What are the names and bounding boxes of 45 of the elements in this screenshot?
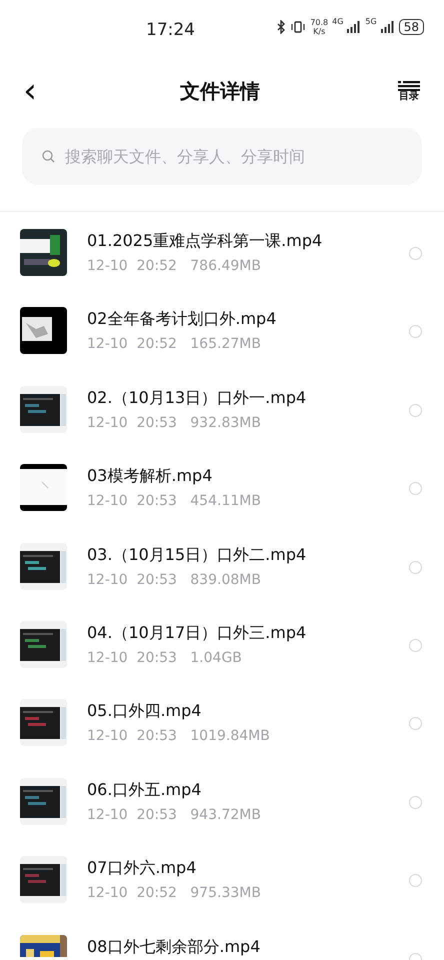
back-button[interactable]: ‹ <box>18 76 42 106</box>
file-name: 05.口外四.mp4 <box>87 701 202 722</box>
catalog-button[interactable]: 目录 <box>398 80 420 102</box>
search-input[interactable]: 搜索聊天文件、分享人、分享时间 <box>63 144 402 170</box>
search-icon <box>42 150 55 163</box>
radio-button[interactable] <box>409 717 422 730</box>
page-title: 文件详情 <box>179 78 261 105</box>
radio-button[interactable] <box>409 874 422 888</box>
network-type: 4G <box>332 18 344 26</box>
battery-level: 58 <box>398 19 424 35</box>
file-name: 03模考解析.mp4 <box>87 466 214 486</box>
file-name: 06.口外五.mp4 <box>87 780 202 800</box>
file-meta: 12-10 20:52 786.49MB <box>87 257 262 275</box>
search-field[interactable]: 搜索聊天文件、分享人、分享时间 <box>22 128 422 185</box>
file-meta: 12-10 20:53 839.08MB <box>87 570 262 589</box>
list-icon <box>398 80 420 90</box>
file-name: 07口外六.mp4 <box>87 858 198 878</box>
file-name: 01.2025重难点学科第一课.mp4 <box>87 231 322 251</box>
network-speed: 70.8 <box>310 18 328 27</box>
file-name: 02全年备考计划口外.mp4 <box>87 309 276 330</box>
file-name: 04.（10月17日）口外三.mp4 <box>87 622 306 643</box>
vibrate-icon <box>290 20 306 34</box>
status-time: 17:24 <box>146 19 195 42</box>
network-type: 5G <box>365 18 377 26</box>
radio-button[interactable] <box>409 796 422 809</box>
file-meta: 12-10 20:53 943.72MB <box>87 806 261 824</box>
radio-button[interactable] <box>409 482 422 496</box>
signal-icon <box>347 21 362 33</box>
file-meta: 12-10 20:53 1.04GB <box>87 648 243 667</box>
file-meta: 12-10 20:53 1019.84MB <box>87 727 270 746</box>
radio-button[interactable] <box>409 638 422 652</box>
speed-unit: K/s <box>312 27 326 36</box>
file-meta: 12-10 20:52 975.33MB <box>87 884 261 902</box>
file-name: 03.（10月15日）口外二.mp4 <box>87 544 306 565</box>
file-meta: 12-10 20:53 932.83MB <box>87 414 262 432</box>
file-meta: 12-10 20:53 454.11MB <box>87 492 261 510</box>
file-name: 02.（10月13日）口外一.mp4 <box>87 388 306 408</box>
radio-button[interactable] <box>409 560 422 574</box>
radio-button[interactable] <box>409 404 422 417</box>
radio-button[interactable] <box>409 325 422 338</box>
file-name: 08口外七剩余部分.mp4 <box>87 936 260 957</box>
radio-button[interactable] <box>409 247 422 260</box>
signal-icon <box>380 21 395 33</box>
file-meta: 12-10 20:52 165.27MB <box>87 335 262 354</box>
bluetooth-icon <box>276 20 286 34</box>
